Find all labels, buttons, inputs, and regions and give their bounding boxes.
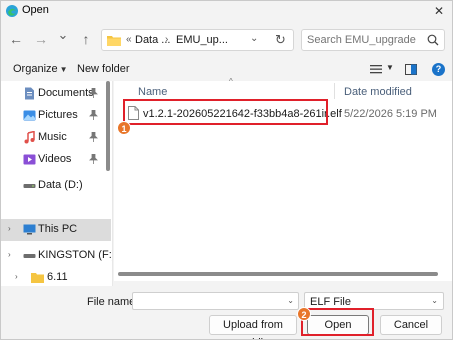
- pictures-icon: [23, 110, 36, 121]
- view-options-chevron-icon[interactable]: ▼: [386, 63, 394, 72]
- forward-button[interactable]: →: [33, 31, 49, 47]
- up-button[interactable]: ↑: [78, 31, 94, 47]
- file-name-label: File name:: [87, 296, 139, 308]
- file-type-select[interactable]: ELF File ⌄: [304, 292, 444, 310]
- documents-icon: [25, 87, 34, 100]
- file-list: ^ Name Date modified v1.2.1-202605221642…: [114, 77, 452, 281]
- pc-icon: [23, 224, 36, 235]
- sidebar-item-videos[interactable]: Videos: [1, 149, 105, 171]
- expand-chevron-icon[interactable]: ›: [8, 250, 11, 259]
- breadcrumb-item[interactable]: EMU_up...: [176, 34, 228, 46]
- file-name-input[interactable]: [136, 295, 281, 308]
- upload-from-mobile-button[interactable]: Upload from mobile: [209, 315, 297, 339]
- sidebar-item-label: This PC: [38, 223, 78, 235]
- sidebar-item-label: KINGSTON (F:): [38, 249, 113, 261]
- address-dropdown-icon[interactable]: ⌄: [250, 33, 258, 44]
- new-folder-button[interactable]: New folder: [77, 63, 130, 75]
- file-type-value: ELF File: [310, 296, 351, 308]
- folder-icon: [107, 36, 121, 46]
- help-icon[interactable]: ?: [432, 63, 445, 76]
- sidebar-item-label: 6.11: [47, 271, 68, 283]
- file-name: v1.2.1-202605221642-f33bb4a8-261ir.elf: [143, 108, 342, 120]
- usb-drive-icon: [23, 254, 36, 258]
- column-divider[interactable]: [334, 83, 335, 99]
- file-icon: [128, 106, 139, 120]
- column-date-header[interactable]: Date modified: [344, 86, 412, 98]
- file-name-field[interactable]: ⌄: [132, 292, 299, 310]
- sidebar-item-this-pc[interactable]: › This PC: [1, 219, 111, 241]
- file-date: 5/22/2026 5:19 PM: [344, 108, 437, 120]
- step-badge: 2: [297, 307, 311, 321]
- breadcrumb-overflow[interactable]: «: [126, 34, 132, 45]
- column-header: ^ Name Date modified: [114, 77, 452, 101]
- chevron-down-icon[interactable]: ⌄: [287, 296, 294, 305]
- expand-chevron-icon[interactable]: ›: [15, 272, 18, 281]
- sidebar-item-data-drive[interactable]: Data (D:): [1, 175, 105, 197]
- title-bar: Open ✕: [1, 1, 452, 21]
- chevron-down-icon: ▼: [59, 65, 68, 74]
- folder-icon: [31, 273, 44, 283]
- scrollbar-thumb[interactable]: [118, 272, 438, 276]
- videos-icon: [23, 154, 36, 165]
- navigation-pane: Documents Pictures Music Videos Data (D:…: [1, 81, 113, 286]
- view-options-icon[interactable]: [370, 64, 382, 74]
- preview-pane-icon[interactable]: [405, 64, 417, 75]
- music-icon: [24, 131, 35, 144]
- sidebar-item-pictures[interactable]: Pictures: [1, 105, 105, 127]
- horizontal-scrollbar[interactable]: [114, 271, 452, 277]
- organize-button[interactable]: Organize ▼: [13, 63, 68, 75]
- breadcrumb-separator[interactable]: ›: [165, 34, 168, 45]
- open-dialog: Open ✕ ← → ⌄ ↑ « Data ... › EMU_up... ⌄ …: [0, 0, 453, 340]
- chevron-down-icon: ⌄: [431, 296, 438, 305]
- recent-locations-button[interactable]: ⌄: [55, 27, 71, 43]
- step-badge: 1: [117, 121, 131, 135]
- organize-label: Organize: [13, 63, 58, 75]
- search-input[interactable]: [307, 33, 422, 47]
- close-button[interactable]: ✕: [428, 1, 450, 21]
- search-box[interactable]: [301, 29, 445, 51]
- cancel-button[interactable]: Cancel: [380, 315, 442, 335]
- back-button[interactable]: ←: [8, 31, 24, 47]
- drive-icon: [23, 184, 36, 188]
- expand-chevron-icon[interactable]: ›: [8, 224, 11, 233]
- sidebar-item-folder[interactable]: › 6.11: [1, 267, 105, 286]
- sidebar-item-documents[interactable]: Documents: [1, 83, 105, 105]
- pin-icon: [89, 88, 98, 98]
- file-row[interactable]: v1.2.1-202605221642-f33bb4a8-261ir.elf 5…: [114, 103, 452, 125]
- sidebar-item-label: Pictures: [38, 109, 78, 121]
- app-icon: [6, 5, 18, 17]
- pin-icon: [89, 110, 98, 120]
- window-title: Open: [22, 4, 49, 16]
- address-bar[interactable]: « Data ... › EMU_up... ⌄ ↻: [101, 29, 294, 51]
- column-name-header[interactable]: Name: [138, 86, 167, 98]
- navigation-scrollbar[interactable]: [105, 81, 111, 286]
- open-button[interactable]: Open: [307, 315, 369, 335]
- scrollbar-thumb[interactable]: [106, 81, 110, 171]
- dialog-footer: File name: ⌄ ELF File ⌄ Upload from mobi…: [1, 286, 452, 339]
- sidebar-item-music[interactable]: Music: [1, 127, 105, 149]
- sort-indicator-icon: ^: [229, 77, 233, 86]
- refresh-icon[interactable]: ↻: [275, 32, 286, 48]
- command-bar: Organize ▼ New folder ▼ ?: [1, 59, 452, 81]
- sidebar-item-label: Music: [38, 131, 67, 143]
- sidebar-item-label: Videos: [38, 153, 72, 165]
- sidebar-item-label: Documents: [38, 87, 94, 99]
- search-icon: [427, 34, 439, 46]
- pin-icon: [89, 154, 98, 164]
- navigation-bar: ← → ⌄ ↑ « Data ... › EMU_up... ⌄ ↻: [1, 23, 452, 55]
- pin-icon: [89, 132, 98, 142]
- sidebar-item-label: Data (D:): [38, 179, 83, 191]
- sidebar-item-kingston[interactable]: › KINGSTON (F:): [1, 245, 112, 267]
